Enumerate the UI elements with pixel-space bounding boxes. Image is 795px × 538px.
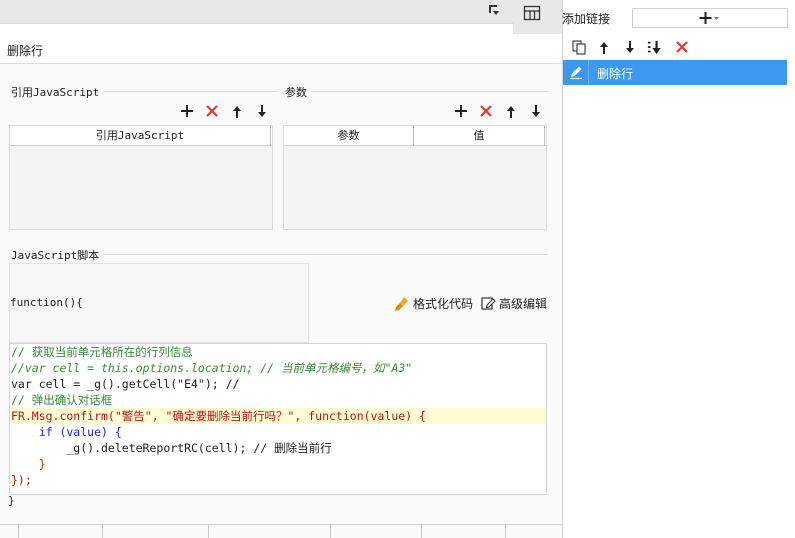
arrow-down-icon [532,104,540,117]
code-line: if (value) { [11,425,122,439]
layout-icon [523,4,541,25]
copy-icon [571,39,586,55]
script-section-label: JavaScript脚本 [11,247,104,263]
format-code-button[interactable]: 格式化代码 [394,295,473,312]
params-table-header: 参数 值 [284,126,546,146]
ref-js-section-label: 引用JavaScript [11,84,104,100]
code-line: //var cell = this.options.location; // 当… [11,361,413,375]
ref-js-column-header: 引用JavaScript [10,126,271,146]
edit-icon [481,297,496,310]
delete-icon [676,41,688,53]
code-line: // 获取当前单元格所在的行列信息 [11,345,193,359]
link-list-item-delete-row[interactable]: 删除行 [563,60,787,85]
plus-icon [455,105,467,117]
ref-js-table-header: 引用JavaScript [10,126,272,146]
dropdown-menu-icon[interactable] [487,3,501,17]
copy-link-button[interactable] [571,39,587,55]
code-line: // 弹出确认对话框 [11,393,113,407]
link-delete-button[interactable] [674,39,690,55]
top-toolbar-strip [0,0,513,24]
link-list: 删除行 [563,60,795,538]
params-add-button[interactable] [453,103,469,119]
add-icon [699,12,719,24]
function-open-text: function(){ [10,296,83,309]
link-move-up-button[interactable] [596,39,612,55]
param-value-column-header: 值 [414,126,545,146]
ref-js-delete-button[interactable] [204,103,220,119]
delete-icon [206,105,218,117]
link-move-down-button[interactable] [622,39,638,55]
pencil-icon [568,64,584,83]
code-line: _g().deleteReportRC(cell); // 删除当前行 [11,441,332,455]
panel-title: 删除行 [7,44,44,58]
panel-title-bar: 删除行 [0,34,563,64]
arrow-up-icon [600,41,608,54]
add-link-label: 添加链接 [562,12,611,26]
layout-tab[interactable] [513,0,563,34]
advanced-edit-button[interactable]: 高级编辑 [481,295,547,312]
function-close-text: } [8,494,15,507]
chevron-down-icon [714,17,719,20]
code-line: var cell = _g().getCell("E4"); // [11,377,240,391]
params-delete-button[interactable] [478,103,494,119]
arrow-down-icon [258,104,266,117]
delete-icon [480,105,492,117]
sort-down-icon [647,40,661,54]
advanced-edit-label: 高级编辑 [499,297,548,311]
ref-js-move-down-button[interactable] [254,103,270,119]
link-sort-button[interactable] [647,39,663,55]
ref-js-add-button[interactable] [179,103,195,119]
arrow-down-icon [626,40,634,53]
broom-icon [395,296,408,311]
params-section-rule [284,91,548,92]
params-section-label: 参数 [285,84,311,100]
arrow-up-icon [233,105,241,118]
link-item-separator [588,60,589,85]
params-move-down-button[interactable] [528,103,544,119]
link-list-toolbar [563,34,795,60]
code-line: }); [11,473,32,487]
code-line-highlighted: FR.Msg.confirm("警告", "确定要删除当前行吗？", funct… [10,408,546,424]
code-line: } [11,457,46,471]
format-code-label: 格式化代码 [413,297,474,311]
plus-icon [181,105,193,117]
arrow-up-icon [507,105,515,118]
add-link-dropdown[interactable] [632,8,788,28]
ref-js-table[interactable]: 引用JavaScript [9,125,273,230]
ref-js-move-up-button[interactable] [229,103,245,119]
bottom-grid-strip [0,524,563,538]
params-table[interactable]: 参数 值 [283,125,547,230]
code-editor[interactable]: // 获取当前单元格所在的行列信息 //var cell = this.opti… [9,343,547,495]
params-move-up-button[interactable] [503,103,519,119]
link-list-item-label: 删除行 [597,67,634,81]
param-name-column-header: 参数 [284,126,414,146]
